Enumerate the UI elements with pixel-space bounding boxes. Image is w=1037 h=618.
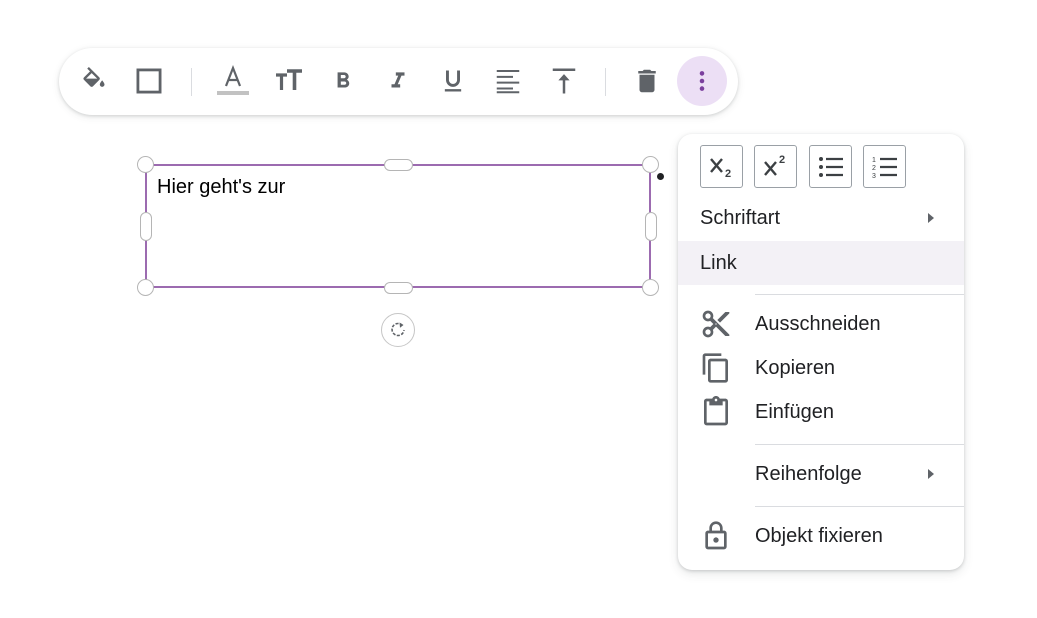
resize-handle-top-left[interactable] [137,156,154,173]
more-options-button[interactable] [677,56,727,106]
link-label: Link [700,251,737,274]
font-size-button[interactable] [269,61,309,101]
svg-text:2: 2 [779,154,785,166]
chevron-right-icon [928,469,934,479]
fill-color-button[interactable] [74,61,114,101]
menu-divider [755,506,964,507]
selected-text-box[interactable]: Hier geht's zur [145,164,651,288]
align-left-icon [496,70,520,94]
superscript-icon: 2 [763,154,785,176]
clipboard-icon [700,396,732,428]
text-color-button[interactable] [213,61,253,101]
cursor-dot [657,173,664,180]
font-label: Schriftart [700,206,781,229]
underline-icon [444,70,462,92]
subscript-button[interactable]: 2 [700,145,743,188]
menu-divider [755,444,964,445]
svg-text:1: 1 [872,157,876,164]
rotate-handle[interactable] [381,313,415,347]
resize-handle-top-right[interactable] [642,156,659,173]
square-outline-icon [136,68,162,94]
border-button[interactable] [129,61,169,101]
svg-text:3: 3 [872,173,876,180]
lock-icon [700,520,732,552]
text-box-content[interactable]: Hier geht's zur [157,176,285,199]
order-label: Reihenfolge [755,462,862,485]
bold-button[interactable] [323,61,363,101]
underline-button[interactable] [433,61,473,101]
menu-divider [755,294,964,295]
toolbar-divider [191,68,192,96]
font-size-icon [276,69,302,90]
chevron-right-icon [928,213,934,223]
menu-item-cut[interactable]: Ausschneiden [678,302,964,346]
editor-canvas[interactable]: Hier geht's zur 2 2 1 2 3 Schriftart Lin… [0,0,1037,618]
numbered-list-button[interactable]: 1 2 3 [863,145,906,188]
menu-item-copy[interactable]: Kopieren [678,346,964,390]
bold-icon [337,72,350,88]
scissors-icon [700,308,732,340]
resize-handle-right[interactable] [645,212,657,241]
resize-handle-bottom-right[interactable] [642,279,659,296]
trash-icon [638,69,656,93]
floating-toolbar [59,48,738,115]
text-color-icon [217,64,249,95]
copy-label: Kopieren [755,356,836,379]
vertical-align-top-icon [552,68,576,94]
bullet-list-icon [818,156,843,177]
resize-handle-bottom-left[interactable] [137,279,154,296]
cut-label: Ausschneiden [755,312,881,335]
subscript-icon: 2 [709,157,731,180]
context-menu: 2 2 1 2 3 Schriftart Link Ausschneiden K… [678,134,964,570]
italic-button[interactable] [378,61,418,101]
delete-button[interactable] [627,61,667,101]
rotate-icon [391,322,405,337]
resize-handle-left[interactable] [140,212,152,241]
paste-label: Einfügen [755,400,834,423]
menu-item-paste[interactable]: Einfügen [678,390,964,434]
menu-item-order[interactable]: Reihenfolge [678,452,964,496]
resize-handle-top[interactable] [384,159,413,171]
bulleted-list-button[interactable] [809,145,852,188]
more-vertical-icon [699,71,705,91]
vertical-align-button[interactable] [544,61,584,101]
svg-text:2: 2 [872,165,876,172]
resize-handle-bottom[interactable] [384,282,413,294]
svg-text:2: 2 [725,168,731,180]
superscript-button[interactable]: 2 [754,145,797,188]
menu-item-lock-object[interactable]: Objekt fixieren [678,514,964,558]
copy-icon [700,352,732,384]
paint-bucket-icon [83,67,105,87]
menu-item-link[interactable]: Link [678,241,964,285]
align-button[interactable] [488,61,528,101]
lock-object-label: Objekt fixieren [755,524,883,547]
italic-icon [391,72,405,88]
menu-item-font[interactable]: Schriftart [678,196,964,240]
numbered-list-icon: 1 2 3 [872,157,897,180]
toolbar-divider [605,68,606,96]
